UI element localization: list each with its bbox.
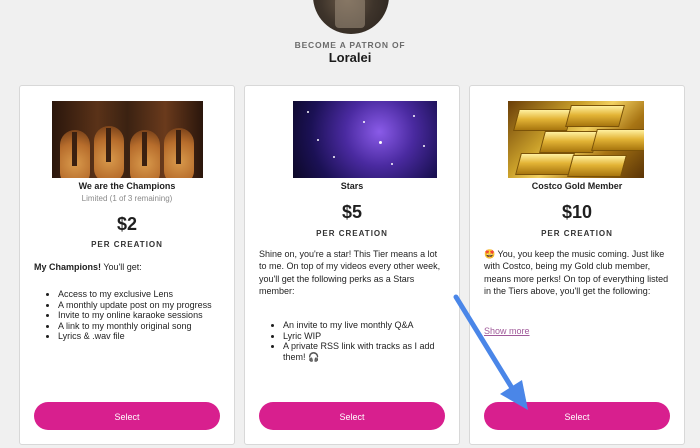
tier-perk-list: An invite to my live monthly Q&A Lyric W… — [271, 320, 447, 362]
show-more-link[interactable]: Show more — [484, 326, 530, 336]
tier-perk-list: Access to my exclusive Lens A monthly up… — [46, 289, 222, 342]
tier-title: Stars — [340, 181, 364, 191]
perk-item: Lyric WIP — [283, 331, 447, 342]
select-button-gold[interactable]: Select — [484, 402, 670, 430]
creator-name: Loralei — [328, 50, 372, 65]
perk-item: A link to my monthly original song — [58, 321, 222, 332]
tier-image-galaxy — [293, 101, 437, 178]
become-patron-label: BECOME A PATRON OF — [294, 40, 406, 50]
select-button-champions[interactable]: Select — [34, 402, 220, 430]
tier-title: We are the Champions — [78, 181, 176, 191]
perk-item: Access to my exclusive Lens — [58, 289, 222, 300]
tier-image-gold-bars — [508, 101, 644, 178]
avatar-figure — [335, 0, 365, 28]
creator-avatar — [313, 0, 389, 34]
select-button-stars[interactable]: Select — [259, 402, 445, 430]
tier-intro-bold: My Champions! — [34, 262, 102, 272]
perk-item: A private RSS link with tracks as I add … — [283, 341, 447, 362]
tier-intro-text: You'll get: — [101, 262, 142, 272]
perk-item: A monthly update post on my progress — [58, 300, 222, 311]
perk-item: An invite to my live monthly Q&A — [283, 320, 447, 331]
tier-price: $2 — [116, 214, 138, 234]
tier-title: Costco Gold Member — [531, 181, 623, 191]
tier-price: $5 — [341, 202, 363, 222]
tier-image-guitars — [52, 101, 203, 178]
tier-price-unit: PER CREATION — [316, 229, 388, 238]
tier-description: My Champions! You'll get: — [34, 261, 220, 273]
tier-card-champions: We are the Champions Limited (1 of 3 rem… — [19, 85, 235, 445]
tier-description: 🤩 You, you keep the music coming. Just l… — [484, 249, 669, 297]
tier-price-unit: PER CREATION — [91, 240, 163, 249]
tier-card-gold: Costco Gold Member $10 PER CREATION 🤩 Yo… — [469, 85, 685, 445]
tier-price: $10 — [561, 202, 593, 222]
tier-price-unit: PER CREATION — [541, 229, 613, 238]
perk-item: Lyrics & .wav file — [58, 331, 222, 342]
tier-description: Shine on, you're a star! This Tier means… — [259, 249, 441, 297]
tier-limited-note: Limited (1 of 3 remaining) — [81, 194, 173, 203]
perk-item: Invite to my online karaoke sessions — [58, 310, 222, 321]
tier-card-stars: Stars $5 PER CREATION Shine on, you're a… — [244, 85, 460, 445]
